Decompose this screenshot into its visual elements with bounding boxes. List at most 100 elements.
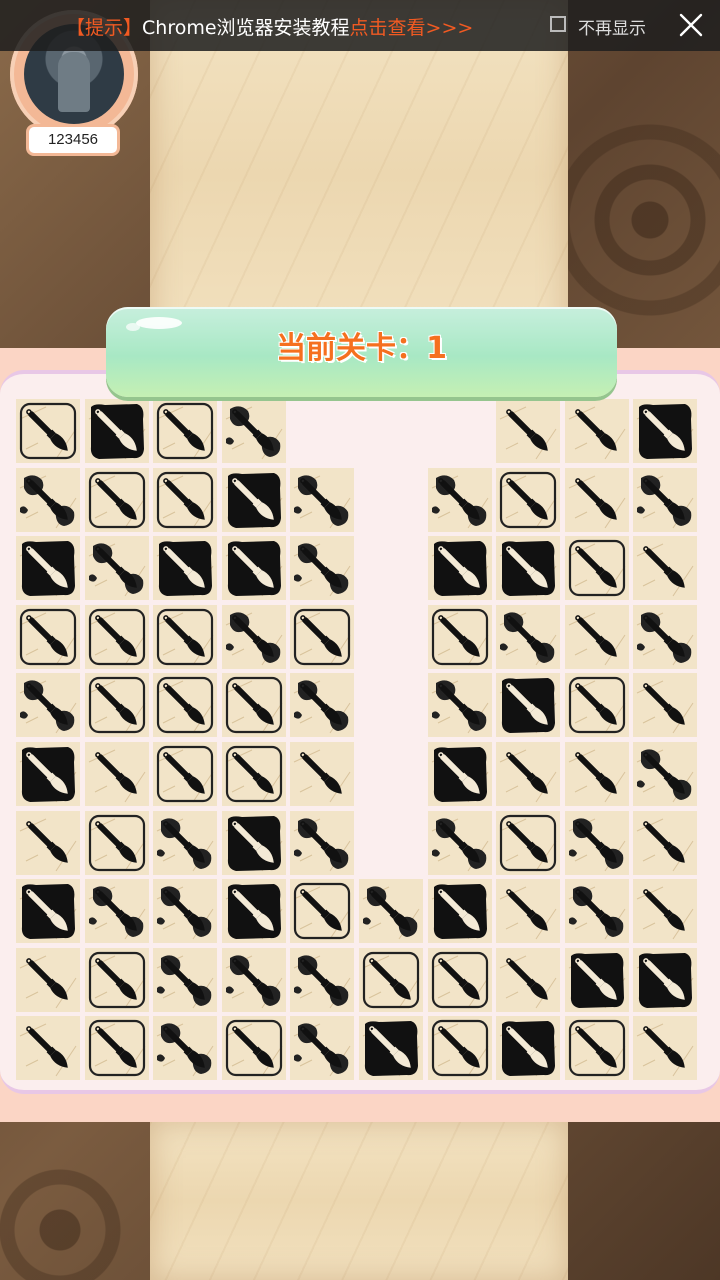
plain-brush-tile[interactable] [564, 399, 629, 463]
brush-on-black-block-tile[interactable] [427, 879, 492, 944]
brush-in-frame-tile[interactable] [359, 947, 423, 1012]
brush-on-black-block-tile[interactable] [564, 947, 629, 1012]
level-indicator: 当前关卡：1 [106, 323, 617, 367]
brush-on-black-block-tile[interactable] [153, 536, 218, 601]
brush-ink-splash-tile[interactable] [153, 879, 218, 944]
brush-in-frame-tile[interactable] [84, 673, 149, 738]
plain-brush-tile[interactable] [84, 742, 149, 806]
notice-tag: 【提示】 [66, 17, 143, 39]
brush-in-frame-tile[interactable] [84, 810, 149, 875]
brush-on-black-block-tile[interactable] [496, 1016, 561, 1081]
brush-on-black-block-tile[interactable] [16, 742, 80, 806]
plain-brush-tile[interactable] [564, 467, 629, 532]
brush-ink-splash-tile[interactable] [221, 947, 286, 1012]
brush-ink-splash-tile[interactable] [633, 467, 698, 532]
plain-brush-tile[interactable] [496, 399, 561, 463]
brush-ink-splash-tile[interactable] [290, 467, 355, 532]
brush-ink-splash-tile[interactable] [84, 536, 149, 601]
close-icon[interactable] [676, 10, 706, 40]
brush-in-frame-tile[interactable] [84, 604, 149, 669]
brush-in-frame-tile[interactable] [84, 1016, 149, 1081]
plain-brush-tile[interactable] [496, 742, 561, 806]
brush-ink-splash-tile[interactable] [153, 810, 218, 875]
level-banner: 当前关卡：1 [106, 307, 617, 397]
notice-message[interactable]: 【提示】Chrome浏览器安装教程点击查看>>> [66, 13, 473, 40]
brush-on-black-block-tile[interactable] [16, 879, 80, 944]
plain-brush-tile[interactable] [564, 742, 629, 806]
brush-in-frame-tile[interactable] [221, 673, 286, 738]
brush-ink-splash-tile[interactable] [153, 947, 218, 1012]
plain-brush-tile[interactable] [16, 947, 80, 1012]
brush-ink-splash-tile[interactable] [290, 673, 355, 738]
brush-on-black-block-tile[interactable] [633, 947, 698, 1012]
brush-ink-splash-tile[interactable] [221, 604, 286, 669]
brush-ink-splash-tile[interactable] [16, 673, 80, 738]
brush-ink-splash-tile[interactable] [290, 810, 355, 875]
brush-on-black-block-tile[interactable] [221, 467, 286, 532]
brush-in-frame-tile[interactable] [564, 673, 629, 738]
brush-ink-splash-tile[interactable] [427, 810, 492, 875]
brush-in-frame-tile[interactable] [427, 604, 492, 669]
brush-in-frame-tile[interactable] [427, 947, 492, 1012]
dont-show-label[interactable]: 不再显示 [578, 14, 646, 39]
notice-link[interactable]: 点击查看>>> [350, 17, 474, 39]
brush-in-frame-tile[interactable] [153, 467, 218, 532]
brush-ink-splash-tile[interactable] [633, 742, 698, 806]
brush-ink-splash-tile[interactable] [84, 879, 149, 944]
brush-in-frame-tile[interactable] [16, 399, 80, 463]
brush-in-frame-tile[interactable] [564, 1016, 629, 1081]
brush-ink-splash-tile[interactable] [290, 947, 355, 1012]
plain-brush-tile[interactable] [496, 879, 561, 944]
brush-ink-splash-tile[interactable] [496, 604, 561, 669]
brush-on-black-block-tile[interactable] [221, 879, 286, 944]
brush-on-black-block-tile[interactable] [427, 536, 492, 601]
brush-ink-splash-tile[interactable] [359, 879, 423, 944]
brush-in-frame-tile[interactable] [496, 810, 561, 875]
brush-in-frame-tile[interactable] [427, 1016, 492, 1081]
brush-on-black-block-tile[interactable] [633, 399, 698, 463]
plain-brush-tile[interactable] [633, 810, 698, 875]
plain-brush-tile[interactable] [16, 810, 80, 875]
brush-in-frame-tile[interactable] [496, 467, 561, 532]
brush-on-black-block-tile[interactable] [16, 536, 80, 601]
brush-on-black-block-tile[interactable] [221, 810, 286, 875]
plain-brush-tile[interactable] [564, 604, 629, 669]
brush-in-frame-tile[interactable] [153, 399, 218, 463]
brush-in-frame-tile[interactable] [16, 604, 80, 669]
brush-ink-splash-tile[interactable] [427, 467, 492, 532]
brush-on-black-block-tile[interactable] [496, 536, 561, 601]
plain-brush-tile[interactable] [496, 947, 561, 1012]
brush-in-frame-tile[interactable] [564, 536, 629, 601]
brush-in-frame-tile[interactable] [221, 1016, 286, 1081]
brush-ink-splash-tile[interactable] [427, 673, 492, 738]
plain-brush-tile[interactable] [633, 536, 698, 601]
brush-in-frame-tile[interactable] [221, 742, 286, 806]
brush-ink-splash-tile[interactable] [16, 467, 80, 532]
brush-in-frame-tile[interactable] [84, 467, 149, 532]
brush-ink-splash-tile[interactable] [564, 879, 629, 944]
plain-brush-tile[interactable] [16, 1016, 80, 1081]
brush-on-black-block-tile[interactable] [221, 536, 286, 601]
plain-brush-tile[interactable] [633, 1016, 698, 1081]
brush-in-frame-tile[interactable] [290, 604, 355, 669]
brush-ink-splash-tile[interactable] [221, 399, 286, 463]
brush-in-frame-tile[interactable] [153, 673, 218, 738]
brush-on-black-block-tile[interactable] [496, 673, 561, 738]
brush-ink-splash-tile[interactable] [290, 536, 355, 601]
brush-on-black-block-tile[interactable] [359, 1016, 423, 1081]
brush-in-frame-tile[interactable] [153, 742, 218, 806]
plain-brush-tile[interactable] [633, 879, 698, 944]
brush-on-black-block-tile[interactable] [84, 399, 149, 463]
avatar-figure [58, 52, 90, 112]
brush-in-frame-tile[interactable] [153, 604, 218, 669]
brush-on-black-block-tile[interactable] [427, 742, 492, 806]
brush-ink-splash-tile[interactable] [290, 1016, 355, 1081]
brush-ink-splash-tile[interactable] [564, 810, 629, 875]
plain-brush-tile[interactable] [633, 673, 698, 738]
brush-in-frame-tile[interactable] [290, 879, 355, 944]
plain-brush-tile[interactable] [290, 742, 355, 806]
brush-ink-splash-tile[interactable] [153, 1016, 218, 1081]
brush-in-frame-tile[interactable] [84, 947, 149, 1012]
brush-ink-splash-tile[interactable] [633, 604, 698, 669]
dont-show-checkbox[interactable] [550, 16, 566, 32]
